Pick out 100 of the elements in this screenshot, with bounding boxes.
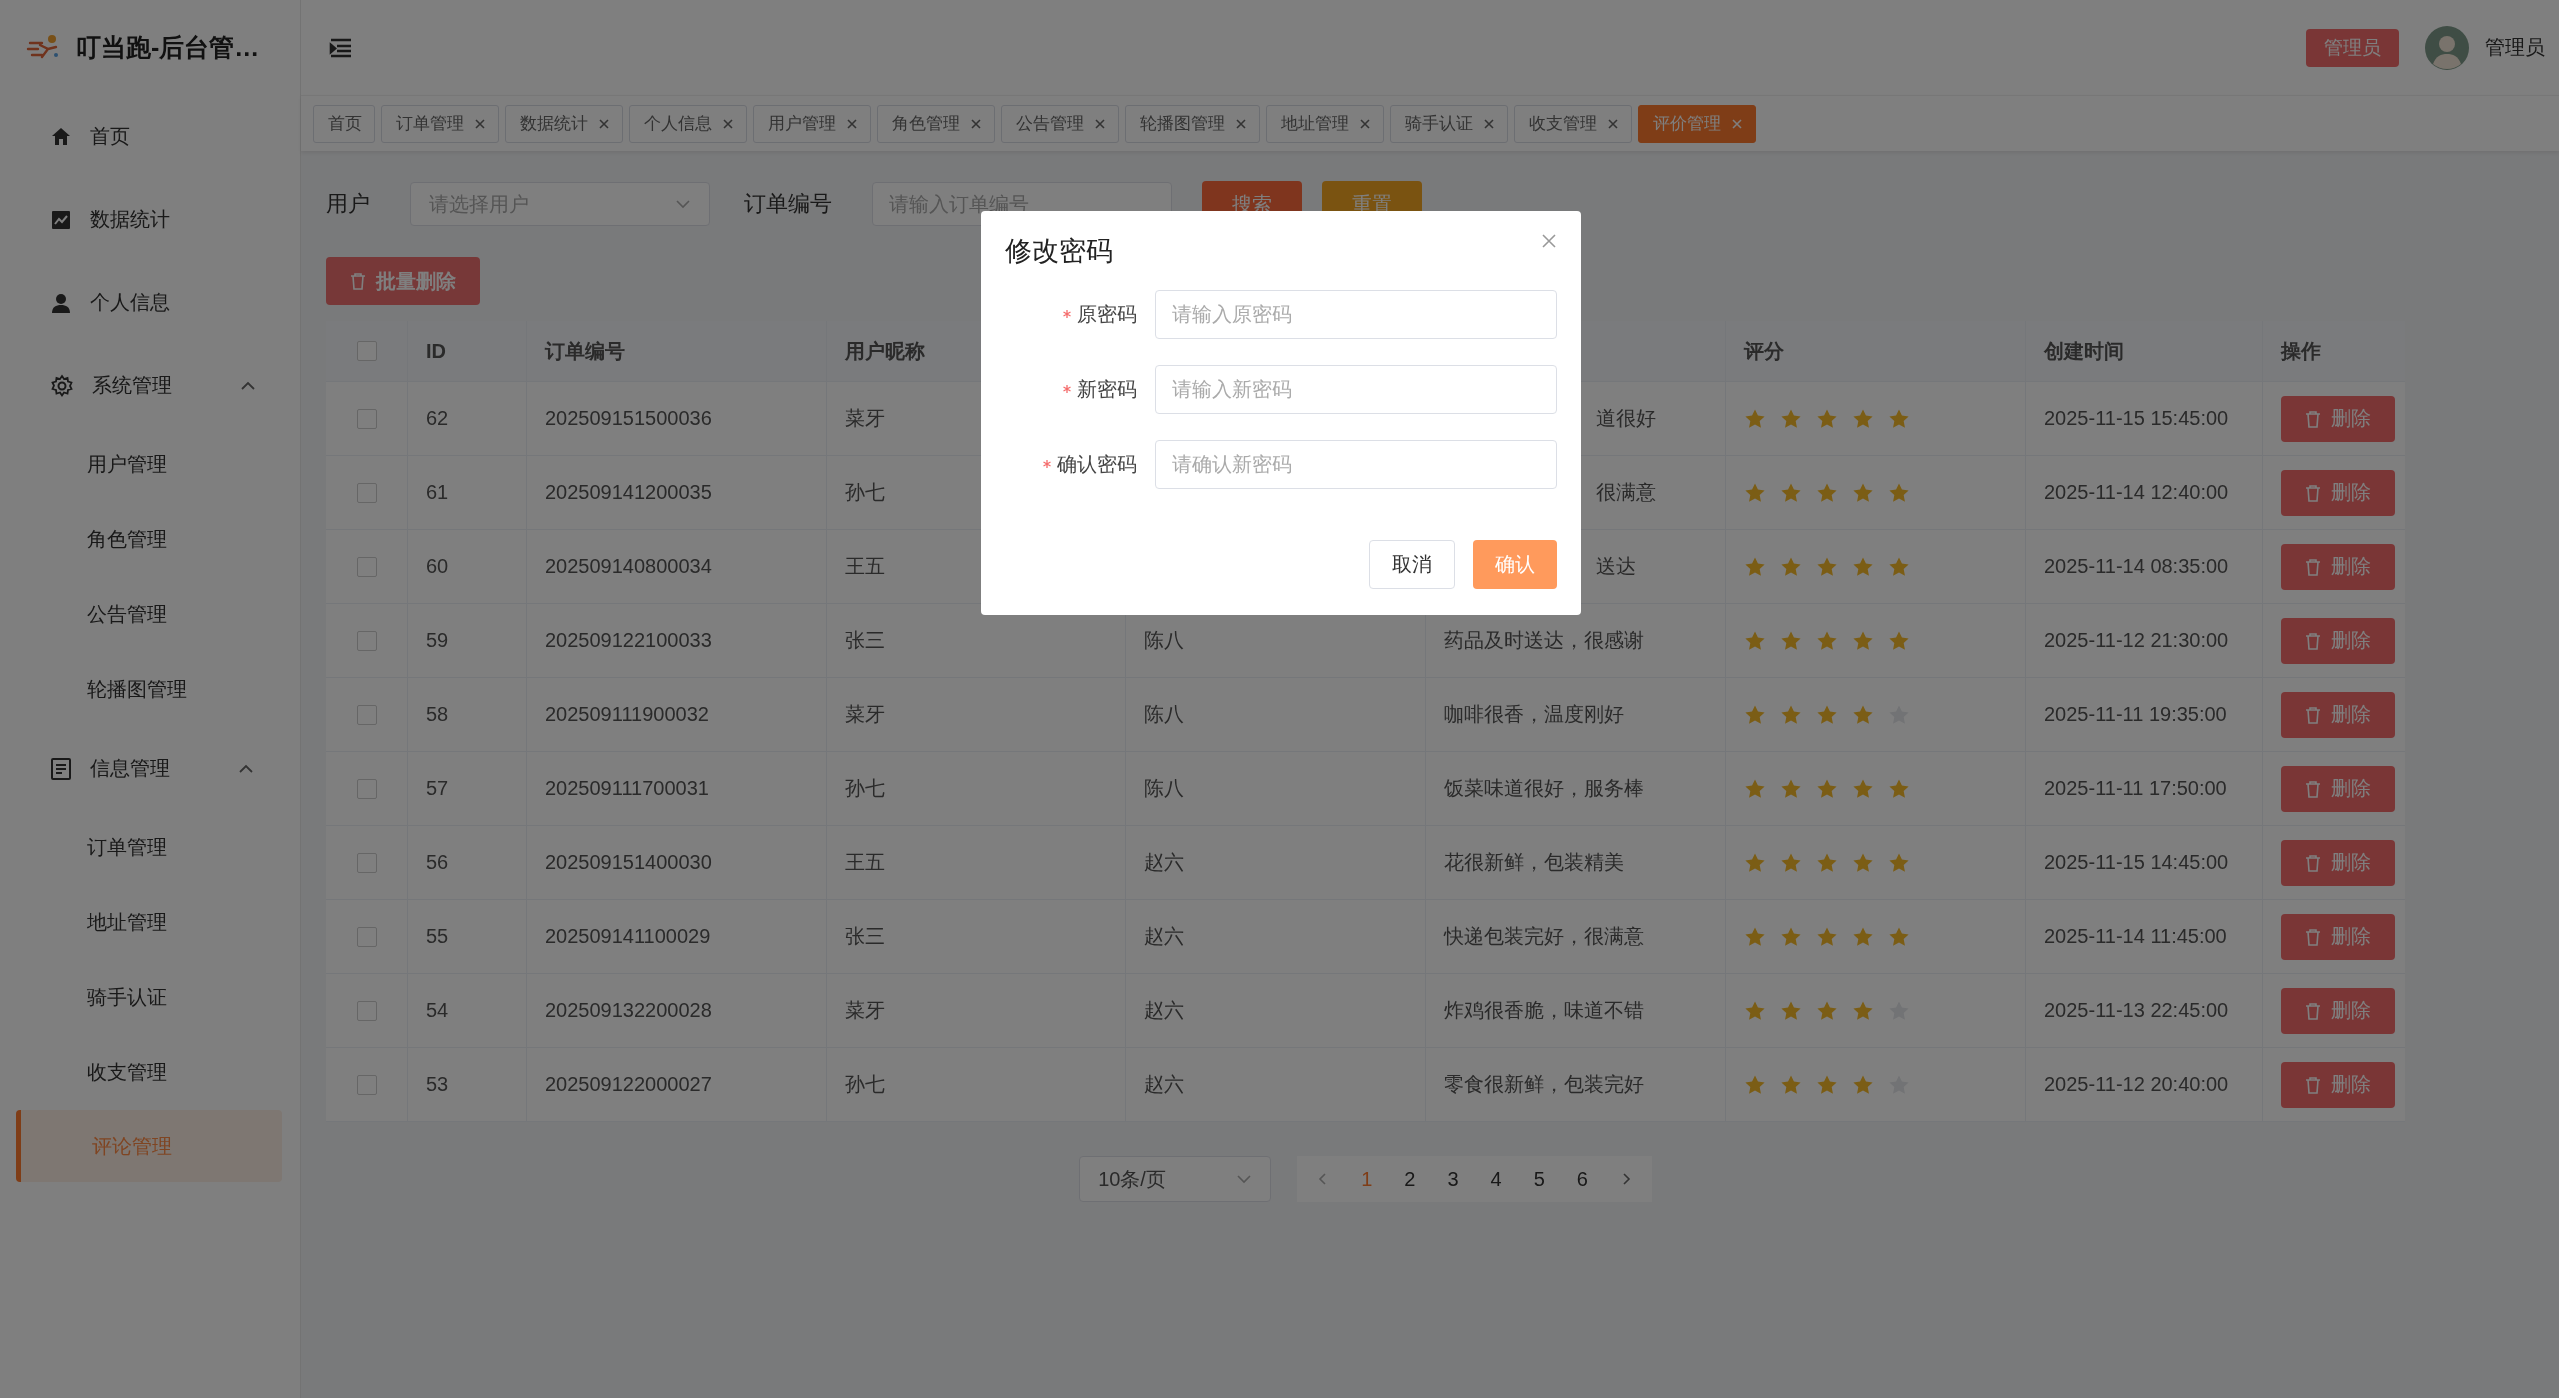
sidebar-item[interactable]: 首页 — [0, 95, 300, 178]
chevron-down-icon — [1236, 1174, 1253, 1184]
table-cell-text: 孙七 — [845, 480, 885, 505]
page-number[interactable]: 2 — [1404, 1167, 1416, 1191]
star-icon — [1852, 1073, 1874, 1096]
settings-icon — [50, 373, 74, 398]
delete-button[interactable]: 删除 — [2281, 765, 2395, 812]
sidebar-subitem[interactable]: 收支管理 — [0, 1035, 300, 1110]
cancel-button[interactable]: 取消 — [1369, 540, 1455, 589]
password-field[interactable]: 请确认新密码 — [1155, 439, 1557, 489]
checkbox[interactable] — [356, 408, 377, 429]
avatar-icon[interactable] — [2425, 25, 2469, 70]
close-icon[interactable] — [474, 117, 486, 130]
table-cell-text: 道很好 — [1596, 406, 1656, 431]
delete-button[interactable]: 删除 — [2281, 691, 2395, 738]
page-tab[interactable]: 收支管理 — [1514, 104, 1632, 143]
close-icon[interactable] — [1094, 117, 1106, 130]
close-icon[interactable] — [722, 117, 734, 130]
checkbox[interactable] — [356, 778, 377, 799]
password-field[interactable]: 请输入新密码 — [1155, 364, 1557, 414]
delete-button[interactable]: 删除 — [2281, 395, 2395, 442]
page-tab[interactable]: 订单管理 — [381, 104, 499, 143]
page-tab[interactable]: 骑手认证 — [1390, 104, 1508, 143]
close-icon[interactable] — [1607, 117, 1619, 130]
sidebar-item[interactable]: 个人信息 — [0, 261, 300, 344]
table-cell-text: 很满意 — [1596, 480, 1656, 505]
delete-button[interactable]: 删除 — [2281, 987, 2395, 1034]
table-cell: 2025-11-14 11:45:00 — [2044, 925, 2227, 948]
sidebar-item[interactable]: 信息管理 — [0, 727, 300, 810]
page-tab[interactable]: 首页 — [313, 104, 375, 143]
page-tab[interactable]: 轮播图管理 — [1125, 104, 1260, 143]
sidebar-subitem[interactable]: 订单管理 — [0, 810, 300, 885]
delete-button[interactable]: 删除 — [2281, 617, 2395, 664]
close-icon[interactable] — [970, 117, 982, 130]
page-number[interactable]: 4 — [1490, 1167, 1502, 1191]
sidebar-subitem[interactable]: 轮播图管理 — [0, 652, 300, 727]
sidebar-subitem[interactable]: 用户管理 — [0, 427, 300, 502]
column-header: 用户昵称 — [845, 338, 925, 364]
checkbox[interactable] — [356, 852, 377, 873]
username[interactable]: 管理员 — [2485, 34, 2545, 61]
table-cell-text: 菜牙 — [845, 702, 885, 727]
page-tab[interactable]: 用户管理 — [753, 104, 871, 143]
table-cell: 58 — [426, 703, 449, 726]
star-icon — [1852, 629, 1874, 652]
close-icon[interactable] — [1483, 117, 1495, 130]
table-cell-text: 王五 — [845, 850, 885, 875]
table-cell: 202509140800034 — [545, 555, 712, 578]
page-number[interactable]: 5 — [1533, 1167, 1545, 1191]
trash-icon — [2305, 409, 2321, 428]
menu-icon[interactable] — [329, 37, 353, 58]
filter-label: 订单编号 — [744, 190, 832, 218]
close-icon[interactable] — [1235, 117, 1247, 130]
star-icon — [1852, 407, 1874, 430]
table-cell: 2025-11-12 20:40:00 — [2044, 1073, 2229, 1096]
column-header: 订单编号 — [545, 338, 625, 364]
checkbox[interactable] — [356, 482, 377, 503]
page-number[interactable]: 6 — [1576, 1167, 1588, 1191]
table-cell: 2025-11-12 21:30:00 — [2044, 629, 2229, 652]
close-icon[interactable] — [846, 117, 858, 130]
delete-button[interactable]: 删除 — [2281, 839, 2395, 886]
sidebar-subitem[interactable]: 骑手认证 — [0, 960, 300, 1035]
confirm-button[interactable]: 确认 — [1473, 540, 1557, 589]
close-icon[interactable] — [1541, 233, 1557, 249]
checkbox[interactable] — [356, 341, 377, 361]
table-cell: 56 — [426, 851, 449, 874]
password-field[interactable]: 请输入原密码 — [1155, 289, 1557, 339]
star-icon — [1888, 925, 1910, 948]
page-number[interactable]: 1 — [1361, 1167, 1373, 1191]
trash-icon — [2305, 483, 2321, 502]
delete-button[interactable]: 删除 — [2281, 543, 2395, 590]
sidebar-subitem[interactable]: 公告管理 — [0, 577, 300, 652]
page-tab[interactable]: 个人信息 — [629, 104, 747, 143]
page-tab[interactable]: 地址管理 — [1266, 104, 1384, 143]
sidebar-item[interactable]: 数据统计 — [0, 178, 300, 261]
table-cell: 59 — [426, 629, 449, 652]
page-number[interactable]: 3 — [1447, 1167, 1459, 1191]
close-icon[interactable] — [598, 117, 610, 130]
checkbox[interactable] — [356, 1074, 377, 1095]
close-icon[interactable] — [1359, 117, 1371, 130]
sidebar-subitem[interactable]: 角色管理 — [0, 502, 300, 577]
page-tab[interactable]: 数据统计 — [505, 104, 623, 143]
star-icon — [1816, 629, 1838, 652]
sidebar-subitem[interactable]: 地址管理 — [0, 885, 300, 960]
page-tab[interactable]: 角色管理 — [877, 104, 995, 143]
checkbox[interactable] — [356, 704, 377, 725]
page-tab[interactable]: 公告管理 — [1001, 104, 1119, 143]
delete-button[interactable]: 删除 — [2281, 913, 2395, 960]
checkbox[interactable] — [356, 926, 377, 947]
checkbox[interactable] — [356, 556, 377, 577]
page-size-select[interactable]: 10条/页 — [1079, 1156, 1272, 1202]
checkbox[interactable] — [356, 630, 377, 651]
table-cell-text: 孙七 — [845, 776, 885, 801]
delete-button[interactable]: 删除 — [2281, 1061, 2395, 1108]
sidebar-subitem[interactable]: 评论管理 — [16, 1110, 282, 1182]
page-tab[interactable]: 评价管理 — [1638, 104, 1756, 143]
table-cell: 202509122000027 — [545, 1073, 712, 1096]
checkbox[interactable] — [356, 1000, 377, 1021]
delete-button[interactable]: 删除 — [2281, 469, 2395, 516]
sidebar-item[interactable]: 系统管理 — [0, 344, 300, 427]
trash-icon — [2305, 779, 2321, 798]
